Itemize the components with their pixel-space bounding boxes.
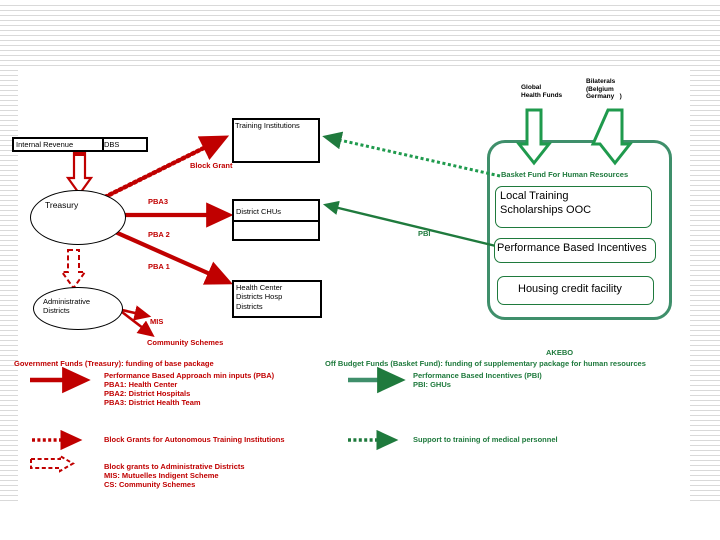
arrow-treasury-to-administrative-districts	[60, 249, 87, 290]
flow-label-pbi: PBI	[418, 229, 431, 238]
basket-item-pbi-label: Performance Based Incentives	[497, 242, 647, 254]
arrow-support-to-training	[322, 131, 501, 178]
legend-right-dashed-text: Support to training of medical personnel	[413, 435, 558, 444]
legend-red-hollow-arrow	[30, 454, 76, 473]
label-administrative-districts: Administrative Districts	[43, 297, 91, 316]
label-training-institutions: Training Institutions	[235, 121, 300, 130]
legend-left-solid-text: Government Funds (Treasury): funding of …	[14, 359, 214, 368]
donor-label-bilaterals: Bilaterals (Belgium Germany )	[586, 78, 622, 101]
label-internal-revenue: Internal Revenue	[16, 140, 74, 149]
legend-right-akebo: AKEBO	[546, 348, 574, 357]
donor-arrow-global-health-funds	[515, 108, 553, 166]
flow-label-block-grant: Block Grant	[190, 161, 233, 170]
flow-label-pba1: PBA 1	[148, 262, 170, 271]
label-treasury: Treasury	[45, 200, 79, 210]
label-district-chus: District CHUs	[236, 207, 281, 216]
legend-right-solid-sub: Performance Based Incentives (PBI) PBI: …	[413, 371, 542, 389]
basket-item-local-training-label: Local Training Scholarships OOC	[500, 190, 592, 216]
donor-label-global-health-funds: Global Health Funds	[521, 84, 563, 99]
flow-label-mis: MIS	[150, 317, 164, 326]
flow-label-pba2: PBA 2	[148, 230, 170, 239]
basket-fund-heading: Basket Fund For Human Resources	[501, 170, 629, 179]
label-health-center-districts: Health Center Districts Hosp Districts	[236, 283, 283, 311]
flow-label-community-schemes: Community Schemes	[147, 338, 224, 347]
box-district-chus[interactable]	[232, 199, 320, 241]
flow-label-pba3: PBA3	[148, 197, 169, 206]
legend-left-hollow-text: Block grants to Administrative Districts…	[104, 462, 245, 489]
legend-left-dashed-text: Block Grants for Autonomous Training Ins…	[104, 435, 285, 444]
donor-arrow-bilaterals	[590, 108, 634, 166]
basket-item-housing-label: Housing credit facility	[518, 283, 622, 295]
node-treasury[interactable]	[30, 190, 126, 245]
arrow-pbi-to-district-chus	[322, 200, 501, 249]
legend-left-solid-sub: Performance Based Approach min inputs (P…	[104, 371, 275, 407]
slide-canvas: Global Health Funds Bilaterals (Belgium …	[0, 0, 720, 540]
legend-right-solid-text: Off Budget Funds (Basket Fund): funding …	[325, 359, 646, 368]
label-dbs: DBS	[104, 140, 120, 149]
arrow-internal-revenue-to-treasury	[65, 150, 94, 196]
arrow-pba1	[112, 229, 233, 285]
